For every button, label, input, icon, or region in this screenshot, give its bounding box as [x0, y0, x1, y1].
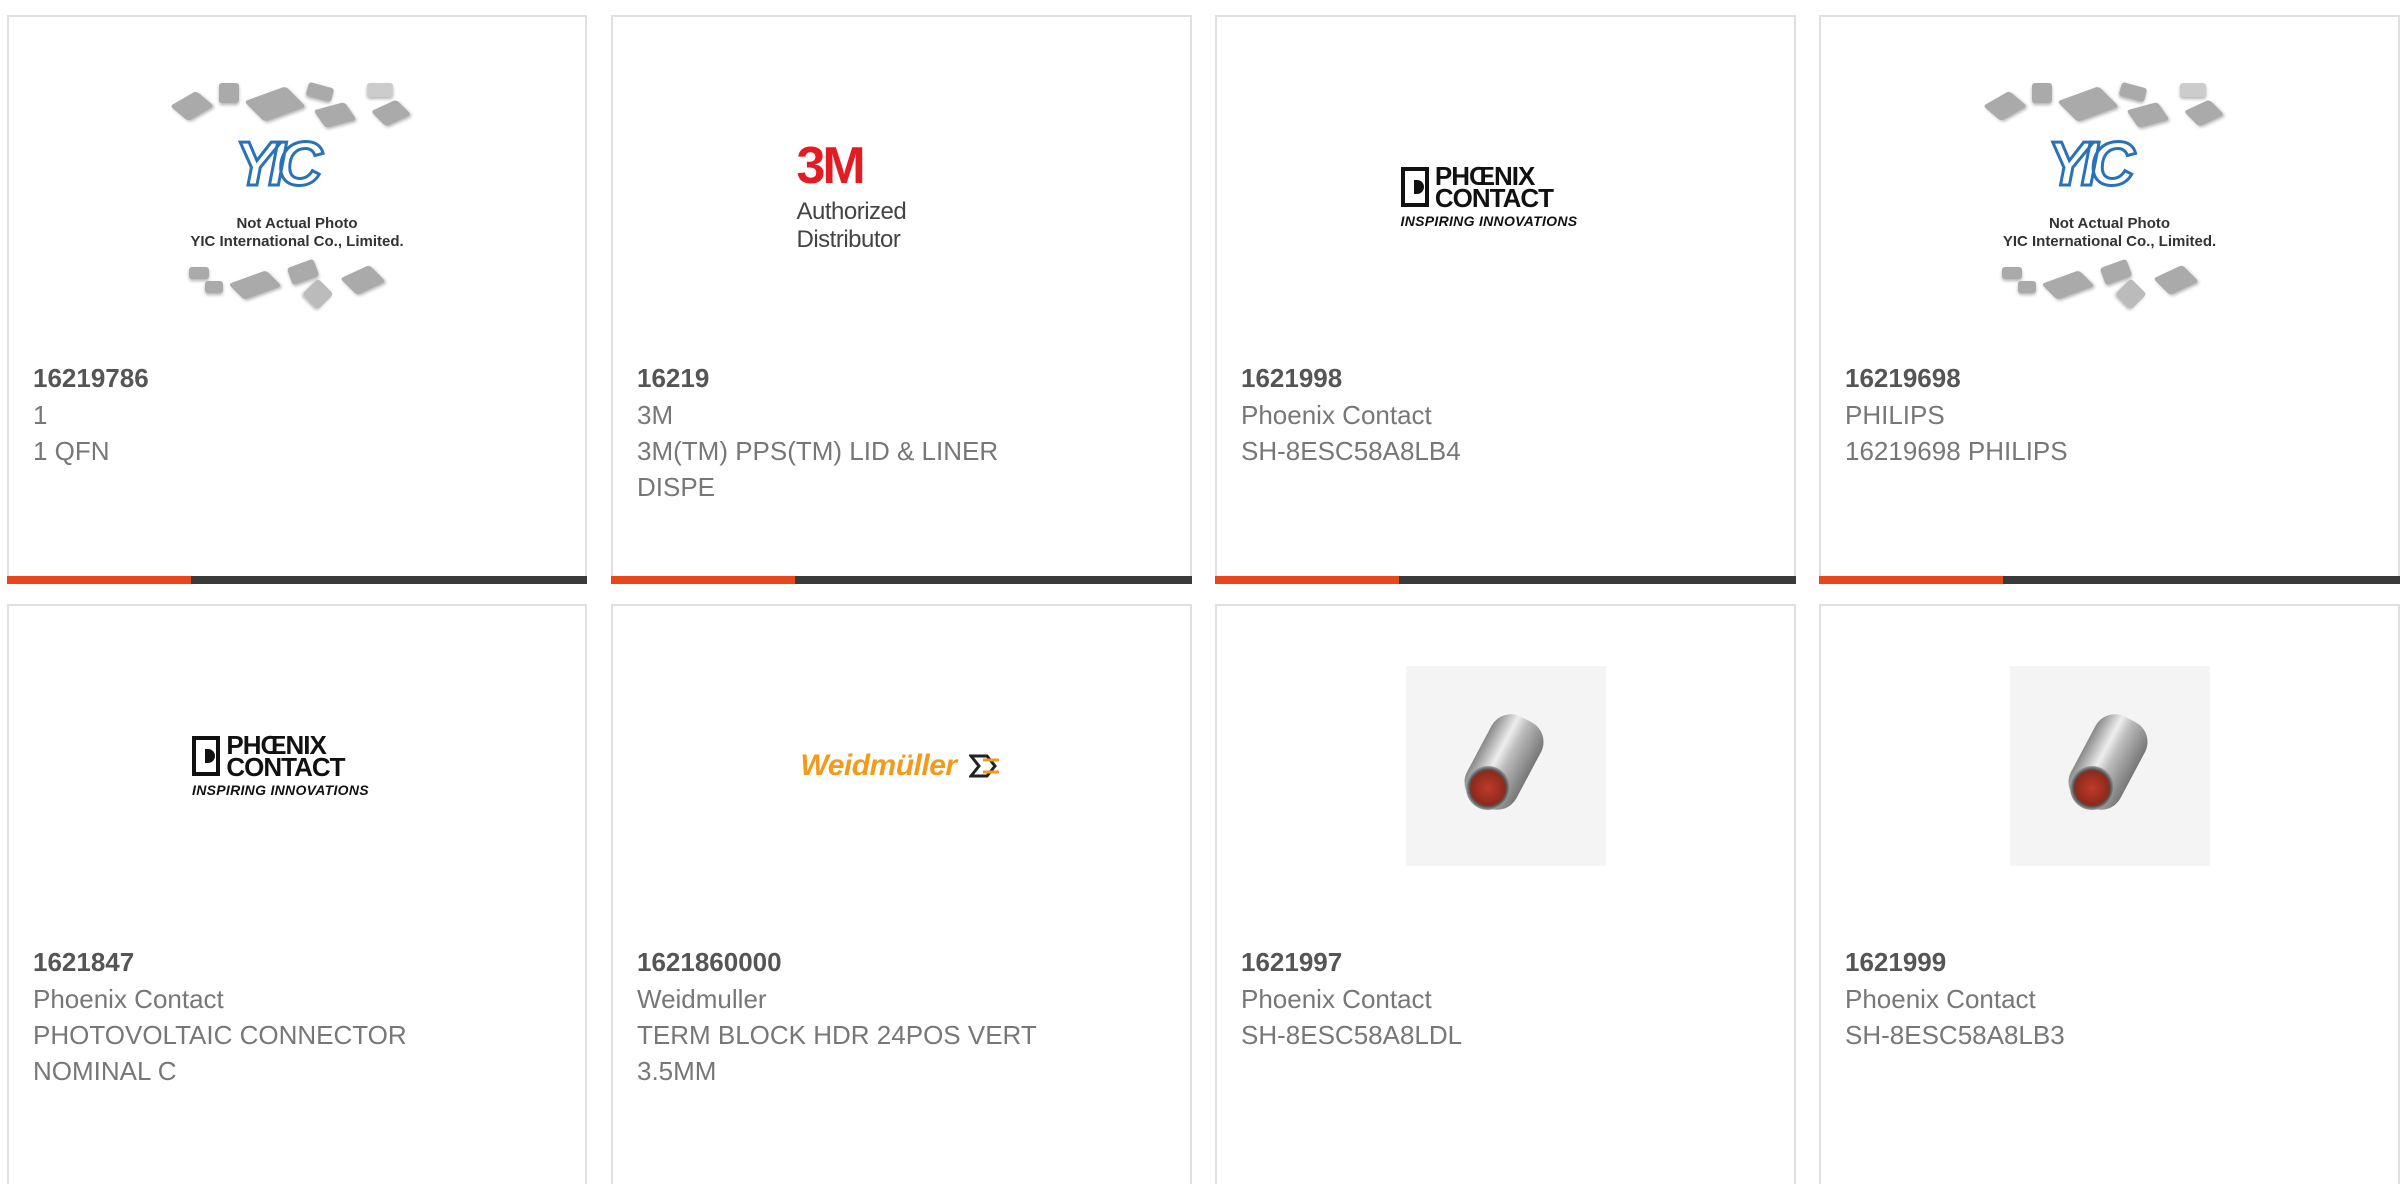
product-image[interactable]: PHŒNIX CONTACT INSPIRING INNOVATIONS	[1217, 77, 1794, 317]
not-actual-photo-image: YIC Not Actual Photo YIC International C…	[157, 77, 437, 317]
card-footer-bar	[1819, 576, 2400, 584]
product-meta: 16219786 1 1 QFN	[33, 359, 545, 469]
circular-connector-photo	[1405, 666, 1606, 866]
not-actual-photo-image: YIC Not Actual Photo YIC International C…	[1970, 77, 2250, 317]
product-meta: 1621998 Phoenix Contact SH-8ESC58A8LB4	[1241, 359, 1754, 469]
product-image[interactable]: 3M Authorized Distributor	[613, 77, 1190, 317]
part-number[interactable]: 16219698	[1845, 359, 2358, 397]
card-footer-bar	[611, 576, 1192, 584]
manufacturer: Weidmuller	[637, 984, 767, 1014]
part-number[interactable]: 1621997	[1241, 943, 1754, 981]
product-card[interactable]: YIC Not Actual Photo YIC International C…	[7, 15, 587, 584]
product-meta: 16219698 PHILIPS 16219698 PHILIPS	[1845, 359, 2358, 469]
circular-connector-photo	[2009, 666, 2210, 866]
description: SH-8ESC58A8LB3	[1845, 1020, 2065, 1050]
accent-bar	[1215, 576, 1399, 584]
part-number[interactable]: 1621999	[1845, 943, 2358, 981]
logo-subtitle: Authorized Distributor	[796, 198, 907, 253]
part-number[interactable]: 1621860000	[637, 943, 1150, 981]
part-number[interactable]: 16219786	[33, 359, 545, 397]
weidmuller-mark-icon	[968, 754, 999, 778]
product-card[interactable]: 3M Authorized Distributor 16219 3M 3M(TM…	[611, 15, 1192, 584]
3m-logo: 3M Authorized Distributor	[797, 140, 1007, 254]
card-footer-bar	[1215, 576, 1796, 584]
accent-bar	[611, 576, 795, 584]
product-card[interactable]: 1621997 Phoenix Contact SH-8ESC58A8LDL	[1215, 604, 1796, 1184]
image-caption: Not Actual Photo YIC International Co., …	[190, 215, 404, 250]
product-meta: 16219 3M 3M(TM) PPS(TM) LID & LINER DISP…	[637, 359, 1150, 505]
description: 16219698 PHILIPS	[1845, 436, 2068, 466]
phoenix-contact-logo: PHŒNIX CONTACT INSPIRING INNOVATIONS	[1400, 161, 1611, 229]
description: SH-8ESC58A8LDL	[1241, 1020, 1463, 1050]
description: PHOTOVOLTAIC CONNECTOR NOMINAL C	[33, 1020, 407, 1086]
logo-tagline: INSPIRING INNOVATIONS	[1400, 213, 1578, 229]
phoenix-mark-icon	[1400, 167, 1429, 207]
accent-bar	[7, 576, 191, 584]
weidmuller-logo: Weidmüller	[800, 749, 1002, 783]
description: 1 QFN	[33, 436, 110, 466]
part-number[interactable]: 1621998	[1241, 359, 1754, 397]
product-image[interactable]: PHŒNIX CONTACT INSPIRING INNOVATIONS	[9, 666, 585, 866]
logo-tagline: INSPIRING INNOVATIONS	[192, 782, 369, 798]
description: 3M(TM) PPS(TM) LID & LINER DISPE	[637, 436, 999, 502]
product-meta: 1621860000 Weidmuller TERM BLOCK HDR 24P…	[637, 943, 1150, 1089]
yic-logo: YIC	[2046, 129, 2136, 201]
product-card[interactable]: YIC Not Actual Photo YIC International C…	[1819, 15, 2400, 584]
product-image[interactable]: YIC Not Actual Photo YIC International C…	[1821, 77, 2398, 317]
3m-mark: 3M	[796, 137, 866, 195]
product-card[interactable]: 1621999 Phoenix Contact SH-8ESC58A8LB3	[1819, 604, 2400, 1184]
product-image[interactable]	[1821, 666, 2398, 866]
part-number[interactable]: 1621847	[33, 943, 545, 981]
manufacturer: Phoenix Contact	[1241, 984, 1432, 1014]
manufacturer: Phoenix Contact	[1845, 984, 2036, 1014]
product-image[interactable]	[1217, 666, 1794, 866]
product-card[interactable]: Weidmüller 1621860000 Weidmuller TERM BL…	[611, 604, 1192, 1184]
product-meta: 1621999 Phoenix Contact SH-8ESC58A8LB3	[1845, 943, 2358, 1053]
logo-wordmark: Weidmüller	[800, 749, 957, 782]
image-caption: Not Actual Photo YIC International Co., …	[2002, 215, 2217, 250]
product-grid: YIC Not Actual Photo YIC International C…	[0, 0, 2400, 1184]
description: TERM BLOCK HDR 24POS VERT 3.5MM	[637, 1020, 1037, 1086]
product-card[interactable]: PHŒNIX CONTACT INSPIRING INNOVATIONS 162…	[7, 604, 587, 1184]
phoenix-contact-logo: PHŒNIX CONTACT INSPIRING INNOVATIONS	[192, 730, 402, 798]
manufacturer: Phoenix Contact	[1241, 400, 1432, 430]
logo-wordmark: PHŒNIX CONTACT	[226, 730, 345, 782]
product-image[interactable]: YIC Not Actual Photo YIC International C…	[9, 77, 585, 317]
part-number[interactable]: 16219	[637, 359, 1150, 397]
logo-wordmark: PHŒNIX CONTACT	[1434, 161, 1554, 213]
product-meta: 1621997 Phoenix Contact SH-8ESC58A8LDL	[1241, 943, 1754, 1053]
accent-bar	[1819, 576, 2003, 584]
manufacturer: 3M	[637, 400, 674, 430]
product-image[interactable]: Weidmüller	[613, 666, 1190, 866]
yic-logo: YIC	[233, 129, 323, 201]
card-footer-bar	[7, 576, 587, 584]
description: SH-8ESC58A8LB4	[1241, 436, 1461, 466]
product-meta: 1621847 Phoenix Contact PHOTOVOLTAIC CON…	[33, 943, 545, 1089]
manufacturer: PHILIPS	[1845, 400, 1945, 430]
phoenix-mark-icon	[192, 736, 221, 776]
manufacturer: Phoenix Contact	[33, 984, 224, 1014]
manufacturer: 1	[33, 400, 48, 430]
product-card[interactable]: PHŒNIX CONTACT INSPIRING INNOVATIONS 162…	[1215, 15, 1796, 584]
